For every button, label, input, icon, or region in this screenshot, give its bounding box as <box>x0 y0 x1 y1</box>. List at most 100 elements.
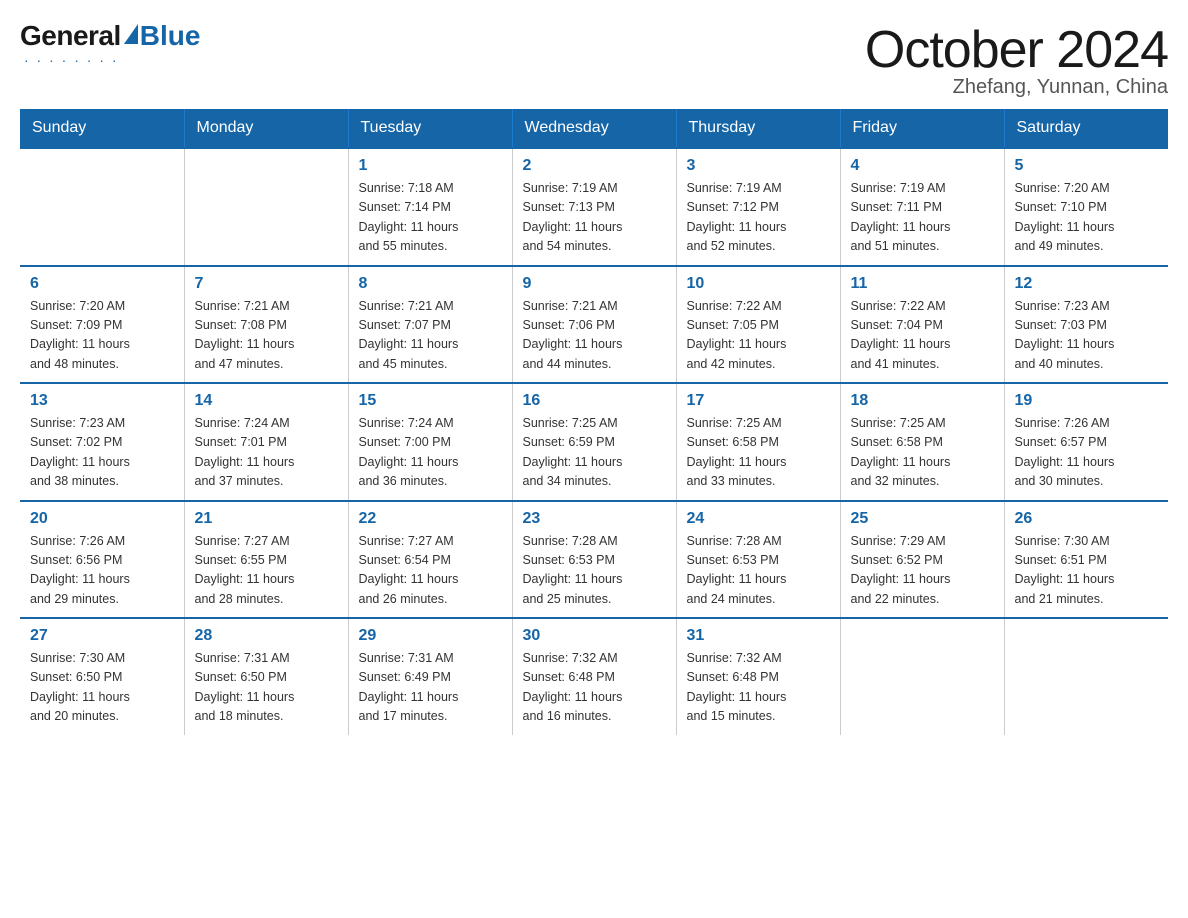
day-number: 15 <box>359 392 502 410</box>
calendar-table: SundayMondayTuesdayWednesdayThursdayFrid… <box>20 109 1168 735</box>
calendar-cell: 8 Sunrise: 7:21 AMSunset: 7:07 PMDaylight… <box>348 266 512 384</box>
day-info: Sunrise: 7:19 AMSunset: 7:11 PMDaylight:… <box>851 179 994 257</box>
logo-triangle-icon <box>124 24 138 44</box>
calendar-cell: 14Sunrise: 7:24 AMSunset: 7:01 PMDayligh… <box>184 383 348 501</box>
day-number: 20 <box>30 510 174 528</box>
weekday-header-tuesday: Tuesday <box>348 109 512 148</box>
day-number: 8 <box>359 275 502 293</box>
day-info: Sunrise: 7:28 AMSunset: 6:53 PMDaylight:… <box>523 532 666 610</box>
day-number: 23 <box>523 510 666 528</box>
day-info: Sunrise: 7:24 AMSunset: 7:00 PMDaylight:… <box>359 414 502 492</box>
calendar-week-row: 6Sunrise: 7:20 AMSunset: 7:09 PMDaylight… <box>20 266 1168 384</box>
day-number: 5 <box>1015 157 1159 175</box>
day-number: 29 <box>359 627 502 645</box>
day-info: Sunrise: 7:32 AMSunset: 6:48 PMDaylight:… <box>687 649 830 727</box>
day-info: Sunrise: 7:32 AMSunset: 6:48 PMDaylight:… <box>523 649 666 727</box>
day-info: Sunrise: 7:26 AMSunset: 6:57 PMDaylight:… <box>1015 414 1159 492</box>
calendar-cell: 18 Sunrise: 7:25 AMSunset: 6:58 PMDayligh… <box>840 383 1004 501</box>
calendar-cell: 6Sunrise: 7:20 AMSunset: 7:09 PMDaylight… <box>20 266 184 384</box>
day-number: 19 <box>1015 392 1159 410</box>
day-info: Sunrise: 7:21 AMSunset: 7:08 PMDaylight:… <box>195 297 338 375</box>
day-number: 25 <box>851 510 994 528</box>
calendar-cell: 3 Sunrise: 7:19 AMSunset: 7:12 PMDaylight… <box>676 148 840 266</box>
day-info: Sunrise: 7:18 AMSunset: 7:14 PMDaylight:… <box>359 179 502 257</box>
title-section: October 2024 Zhefang, Yunnan, China <box>865 20 1168 99</box>
day-number: 31 <box>687 627 830 645</box>
weekday-header-friday: Friday <box>840 109 1004 148</box>
day-info: Sunrise: 7:25 AMSunset: 6:58 PMDaylight:… <box>851 414 994 492</box>
calendar-cell: 29 Sunrise: 7:31 AMSunset: 6:49 PMDayligh… <box>348 618 512 735</box>
calendar-cell <box>20 148 184 266</box>
day-info: Sunrise: 7:25 AMSunset: 6:59 PMDaylight:… <box>523 414 666 492</box>
calendar-cell: 30 Sunrise: 7:32 AMSunset: 6:48 PMDayligh… <box>512 618 676 735</box>
calendar-cell: 24Sunrise: 7:28 AMSunset: 6:53 PMDayligh… <box>676 501 840 619</box>
calendar-cell: 21Sunrise: 7:27 AMSunset: 6:55 PMDayligh… <box>184 501 348 619</box>
day-number: 30 <box>523 627 666 645</box>
day-info: Sunrise: 7:22 AMSunset: 7:04 PMDaylight:… <box>851 297 994 375</box>
logo-blue-text: Blue <box>140 20 201 52</box>
day-info: Sunrise: 7:27 AMSunset: 6:54 PMDaylight:… <box>359 532 502 610</box>
calendar-cell: 27 Sunrise: 7:30 AMSunset: 6:50 PMDayligh… <box>20 618 184 735</box>
month-title: October 2024 <box>865 20 1168 80</box>
calendar-cell: 2 Sunrise: 7:19 AMSunset: 7:13 PMDaylight… <box>512 148 676 266</box>
calendar-cell <box>1004 618 1168 735</box>
weekday-header-thursday: Thursday <box>676 109 840 148</box>
day-info: Sunrise: 7:31 AMSunset: 6:49 PMDaylight:… <box>359 649 502 727</box>
day-info: Sunrise: 7:25 AMSunset: 6:58 PMDaylight:… <box>687 414 830 492</box>
calendar-cell: 10Sunrise: 7:22 AMSunset: 7:05 PMDayligh… <box>676 266 840 384</box>
weekday-header-sunday: Sunday <box>20 109 184 148</box>
day-info: Sunrise: 7:19 AMSunset: 7:12 PMDaylight:… <box>687 179 830 257</box>
calendar-cell: 7 Sunrise: 7:21 AMSunset: 7:08 PMDaylight… <box>184 266 348 384</box>
calendar-week-row: 27 Sunrise: 7:30 AMSunset: 6:50 PMDayligh… <box>20 618 1168 735</box>
day-info: Sunrise: 7:23 AMSunset: 7:03 PMDaylight:… <box>1015 297 1159 375</box>
calendar-cell: 13 Sunrise: 7:23 AMSunset: 7:02 PMDayligh… <box>20 383 184 501</box>
day-number: 7 <box>195 275 338 293</box>
day-number: 16 <box>523 392 666 410</box>
logo-general-text: General <box>20 20 121 52</box>
day-number: 24 <box>687 510 830 528</box>
day-number: 9 <box>523 275 666 293</box>
day-info: Sunrise: 7:26 AMSunset: 6:56 PMDaylight:… <box>30 532 174 610</box>
calendar-week-row: 20 Sunrise: 7:26 AMSunset: 6:56 PMDayligh… <box>20 501 1168 619</box>
calendar-cell: 25 Sunrise: 7:29 AMSunset: 6:52 PMDayligh… <box>840 501 1004 619</box>
day-info: Sunrise: 7:19 AMSunset: 7:13 PMDaylight:… <box>523 179 666 257</box>
day-number: 21 <box>195 510 338 528</box>
day-info: Sunrise: 7:31 AMSunset: 6:50 PMDaylight:… <box>195 649 338 727</box>
day-number: 28 <box>195 627 338 645</box>
day-number: 1 <box>359 157 502 175</box>
weekday-header-monday: Monday <box>184 109 348 148</box>
weekday-header-wednesday: Wednesday <box>512 109 676 148</box>
calendar-cell <box>184 148 348 266</box>
day-info: Sunrise: 7:30 AMSunset: 6:51 PMDaylight:… <box>1015 532 1159 610</box>
day-number: 13 <box>30 392 174 410</box>
day-info: Sunrise: 7:20 AMSunset: 7:10 PMDaylight:… <box>1015 179 1159 257</box>
calendar-cell: 19 Sunrise: 7:26 AMSunset: 6:57 PMDayligh… <box>1004 383 1168 501</box>
day-info: Sunrise: 7:30 AMSunset: 6:50 PMDaylight:… <box>30 649 174 727</box>
day-number: 11 <box>851 275 994 293</box>
calendar-header-row: SundayMondayTuesdayWednesdayThursdayFrid… <box>20 109 1168 148</box>
page-header: General Blue · · · · · · · · October 202… <box>20 20 1168 99</box>
day-number: 18 <box>851 392 994 410</box>
day-info: Sunrise: 7:21 AMSunset: 7:06 PMDaylight:… <box>523 297 666 375</box>
calendar-week-row: 1 Sunrise: 7:18 AMSunset: 7:14 PMDaylight… <box>20 148 1168 266</box>
day-info: Sunrise: 7:23 AMSunset: 7:02 PMDaylight:… <box>30 414 174 492</box>
day-number: 12 <box>1015 275 1159 293</box>
calendar-cell: 12 Sunrise: 7:23 AMSunset: 7:03 PMDayligh… <box>1004 266 1168 384</box>
calendar-week-row: 13 Sunrise: 7:23 AMSunset: 7:02 PMDayligh… <box>20 383 1168 501</box>
calendar-cell: 22Sunrise: 7:27 AMSunset: 6:54 PMDayligh… <box>348 501 512 619</box>
day-info: Sunrise: 7:29 AMSunset: 6:52 PMDaylight:… <box>851 532 994 610</box>
day-number: 2 <box>523 157 666 175</box>
calendar-cell: 16 Sunrise: 7:25 AMSunset: 6:59 PMDayligh… <box>512 383 676 501</box>
calendar-cell: 23 Sunrise: 7:28 AMSunset: 6:53 PMDayligh… <box>512 501 676 619</box>
day-info: Sunrise: 7:21 AMSunset: 7:07 PMDaylight:… <box>359 297 502 375</box>
day-info: Sunrise: 7:22 AMSunset: 7:05 PMDaylight:… <box>687 297 830 375</box>
weekday-header-saturday: Saturday <box>1004 109 1168 148</box>
day-number: 3 <box>687 157 830 175</box>
day-number: 27 <box>30 627 174 645</box>
calendar-cell: 20 Sunrise: 7:26 AMSunset: 6:56 PMDayligh… <box>20 501 184 619</box>
calendar-cell: 9 Sunrise: 7:21 AMSunset: 7:06 PMDaylight… <box>512 266 676 384</box>
calendar-cell: 28 Sunrise: 7:31 AMSunset: 6:50 PMDayligh… <box>184 618 348 735</box>
day-number: 17 <box>687 392 830 410</box>
calendar-cell: 1 Sunrise: 7:18 AMSunset: 7:14 PMDaylight… <box>348 148 512 266</box>
day-number: 6 <box>30 275 174 293</box>
